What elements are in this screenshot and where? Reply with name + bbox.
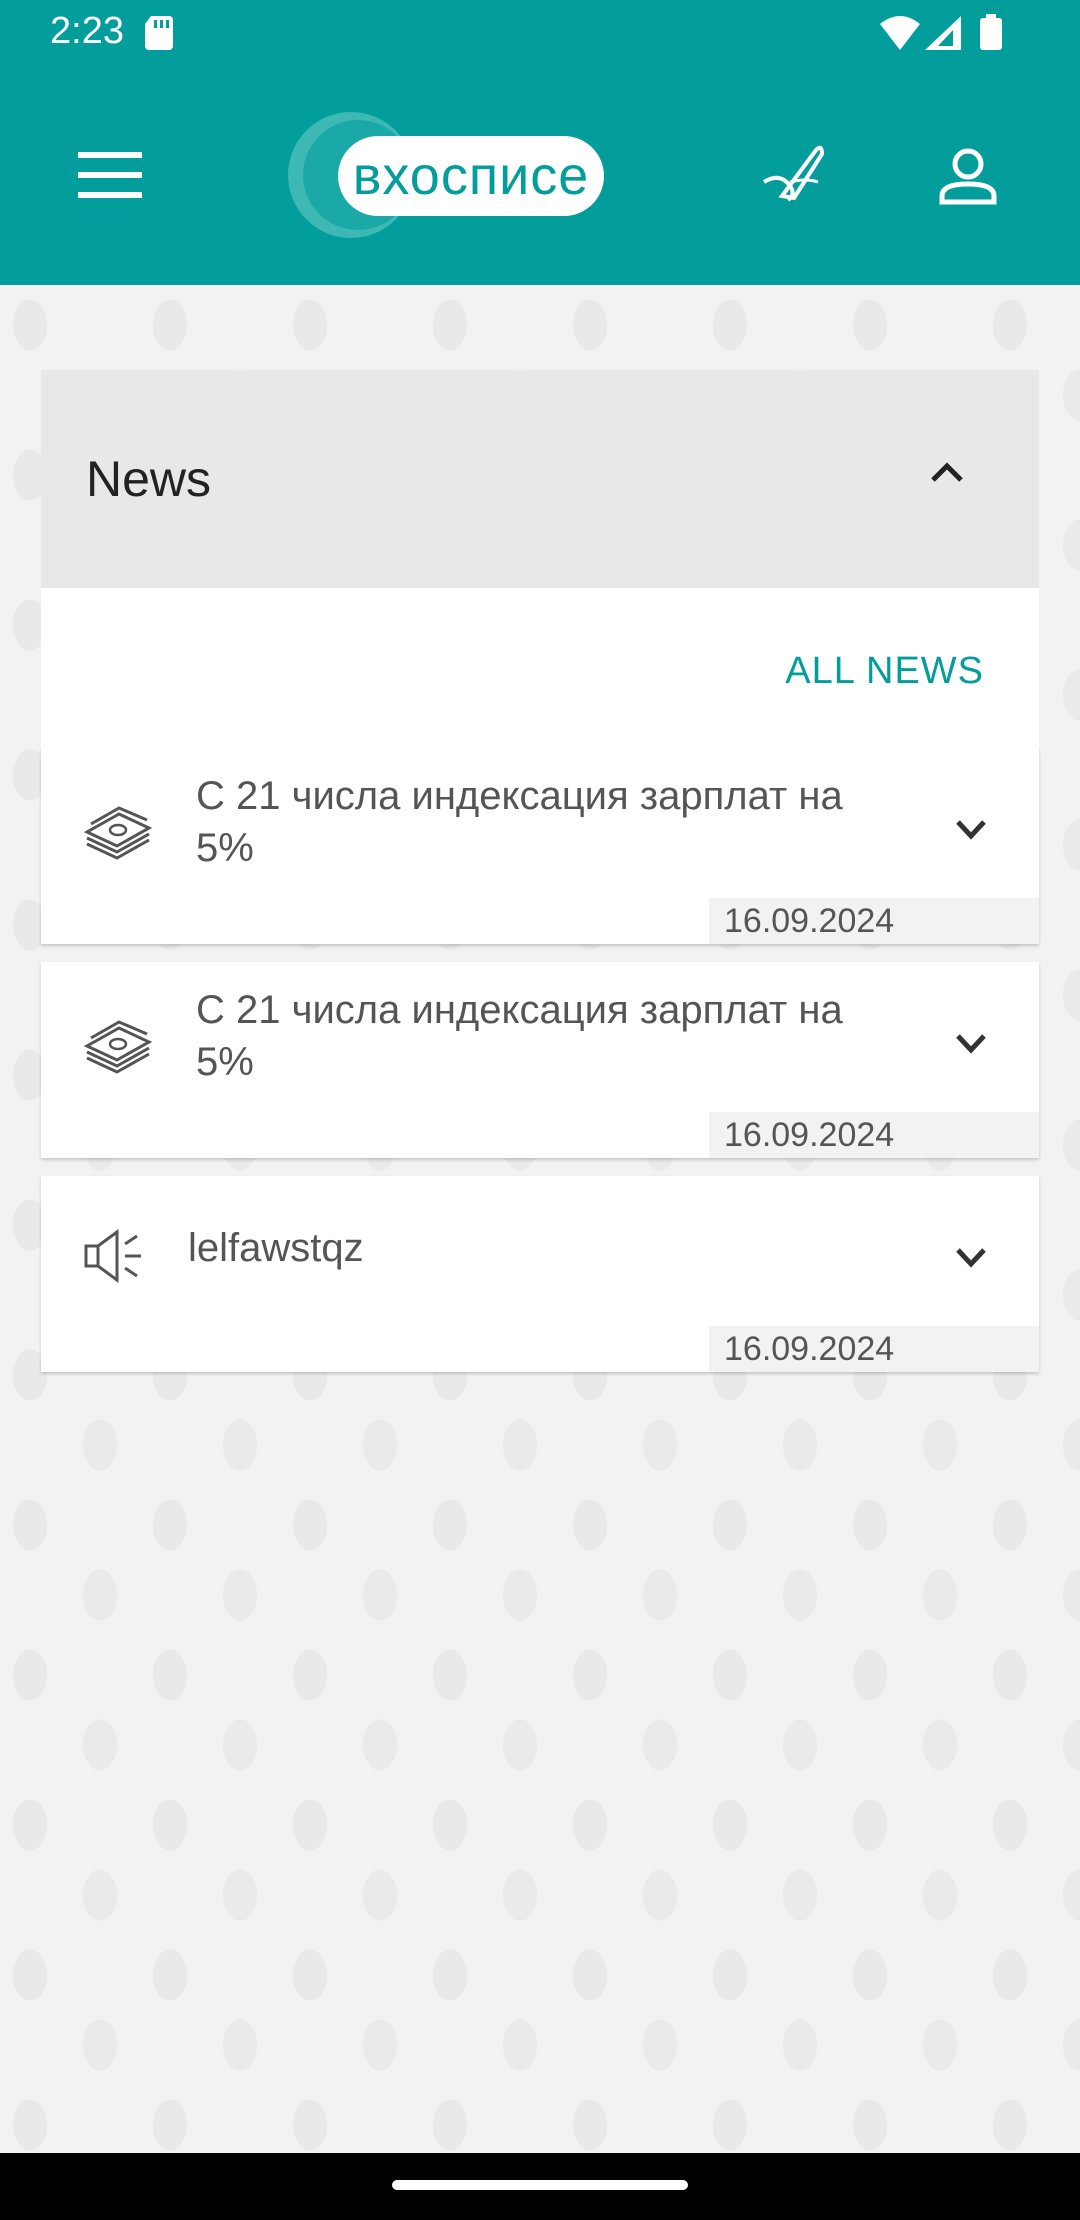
user-icon[interactable] (938, 146, 998, 206)
news-panel: News ALL NEWS С 21 числа индексация зарп… (41, 370, 1039, 1390)
status-time: 2:23 (50, 10, 124, 52)
news-item-text: lelfawstqz (188, 1226, 364, 1270)
news-item-date: 16.09.2024 (709, 1326, 1039, 1372)
menu-icon[interactable] (78, 150, 142, 200)
megaphone-icon (84, 1229, 141, 1283)
news-item-text: С 21 числа индексация зарплат на 5% (196, 988, 843, 1084)
app-logo: вхосписе (288, 112, 618, 238)
money-stack-icon (83, 1020, 153, 1074)
status-bar: 2:23 (0, 0, 1080, 68)
money-stack-icon (83, 806, 153, 860)
news-item-date: 16.09.2024 (709, 1112, 1039, 1158)
all-news-link[interactable]: ALL NEWS (785, 650, 984, 693)
battery-icon (980, 14, 1002, 50)
news-item[interactable]: lelfawstqz 16.09.2024 (41, 1176, 1039, 1372)
wifi-icon (880, 16, 920, 50)
news-item[interactable]: С 21 числа индексация зарплат на 5% 16.0… (41, 748, 1039, 944)
home-indicator[interactable] (392, 2180, 688, 2190)
chevron-down-icon[interactable] (954, 818, 988, 842)
chevron-up-icon[interactable] (929, 460, 965, 484)
signal-icon (925, 16, 961, 50)
news-section-header[interactable]: News (41, 370, 1039, 588)
sd-card-icon (145, 16, 173, 50)
chevron-down-icon[interactable] (954, 1032, 988, 1056)
logo-text: вхосписе (338, 136, 604, 216)
chevron-down-icon[interactable] (954, 1246, 988, 1270)
signature-icon[interactable] (760, 142, 826, 208)
news-item-text: С 21 числа индексация зарплат на 5% (196, 774, 843, 870)
all-news-row: ALL NEWS (41, 588, 1039, 748)
app-bar: 2:23 вхосписе (0, 0, 1080, 285)
news-title: News (86, 451, 212, 507)
news-item[interactable]: С 21 числа индексация зарплат на 5% 16.0… (41, 962, 1039, 1158)
news-item-date: 16.09.2024 (709, 898, 1039, 944)
